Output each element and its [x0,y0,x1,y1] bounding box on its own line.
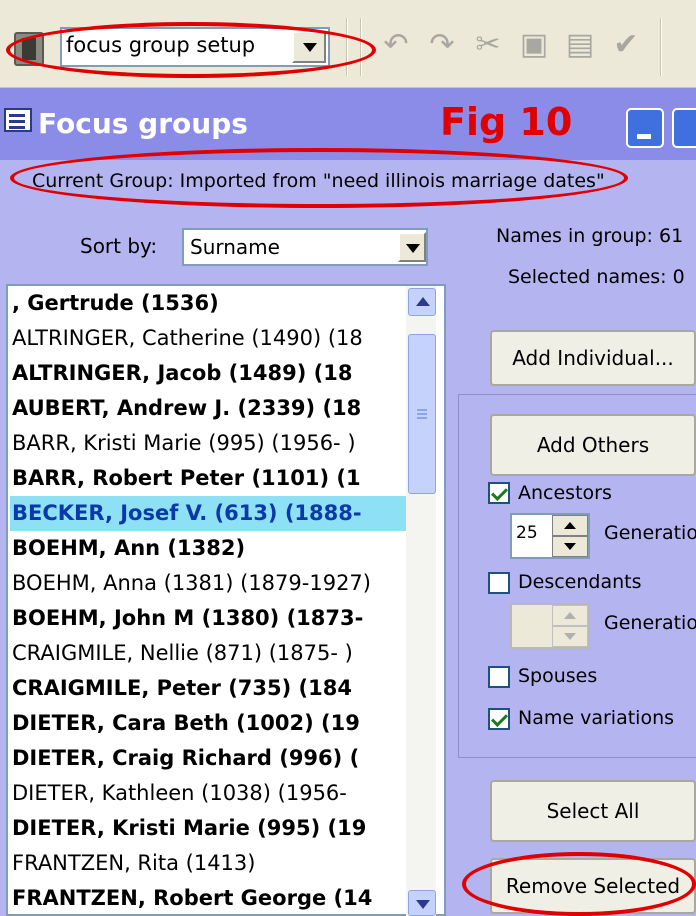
annotation-ring-current-group [10,148,628,208]
redo-icon[interactable]: ↷ [424,28,460,62]
cut-icon[interactable]: ✂ [470,28,506,62]
descendant-generations-label: Generations [604,612,696,634]
spin-up-icon [552,605,588,626]
list-item[interactable]: AUBERT, Andrew J. (2339) (18 [12,391,412,426]
name-variations-label: Name variations [518,707,675,729]
spellcheck-icon[interactable]: ✔ [608,28,644,62]
scroll-down-arrow-icon[interactable] [408,890,436,916]
descendants-checkbox[interactable] [488,572,510,594]
ancestor-generations-value: 25 [516,523,538,543]
copy-icon[interactable]: ▣ [516,28,552,62]
spin-up-icon[interactable] [552,515,588,536]
list-item[interactable]: ALTRINGER, Catherine (1490) (18 [12,321,412,356]
ancestors-label: Ancestors [518,482,612,504]
annotation-ring-remove-selected [462,852,696,916]
list-item[interactable]: DIETER, Cara Beth (1002) (19 [12,706,412,741]
select-all-button[interactable]: Select All [490,780,696,842]
list-item[interactable]: BOEHM, Ann (1382) [12,531,412,566]
add-others-button[interactable]: Add Others [490,414,696,476]
maximize-button[interactable] [672,108,696,148]
name-variations-checkbox[interactable] [488,708,510,730]
names-in-group-count: Names in group: 61 [496,225,684,247]
window-title: Focus groups [38,107,248,140]
add-individual-button[interactable]: Add Individual... [490,330,696,386]
list-item[interactable]: DIETER, Kristi Marie (995) (19 [12,811,412,846]
list-item[interactable]: DIETER, Kathleen (1038) (1956- [12,776,412,811]
spin-down-icon [552,626,588,647]
descendants-label: Descendants [518,571,642,593]
names-list[interactable]: , Gertrude (1536) ALTRINGER, Catherine (… [6,284,446,916]
ancestor-generations-label: Generations [604,522,696,544]
sort-by-value: Surname [190,235,280,259]
paste-icon[interactable]: ▤ [562,28,598,62]
list-item[interactable]: CRAIGMILE, Peter (735) (184 [12,671,412,706]
annotation-ring-combo [6,22,376,78]
figure-annotation-label: Fig 10 [440,100,573,144]
spouses-label: Spouses [518,665,598,687]
list-item[interactable]: BOEHM, John M (1380) (1873- [12,601,412,636]
spin-down-icon[interactable] [552,536,588,557]
chevron-down-icon[interactable] [398,232,426,262]
list-item[interactable]: BOEHM, Anna (1381) (1879-1927) [12,566,412,601]
list-item[interactable]: BARR, Robert Peter (1101) (1 [12,461,412,496]
window-icon [4,108,32,132]
sort-by-label: Sort by: [80,234,158,258]
list-item[interactable]: ALTRINGER, Jacob (1489) (18 [12,356,412,391]
scroll-up-arrow-icon[interactable] [408,288,436,316]
list-item[interactable]: BARR, Kristi Marie (995) (1956- ) [12,426,412,461]
list-item[interactable]: FRANTZEN, Rita (1413) [12,846,412,881]
list-item[interactable]: FRANTZEN, Robert George (14 [12,881,412,914]
toolbar-separator [660,18,662,76]
undo-icon[interactable]: ↶ [378,28,414,62]
selected-names-count: Selected names: 0 [508,266,685,288]
list-item[interactable]: , Gertrude (1536) [12,286,412,321]
spouses-checkbox[interactable] [488,666,510,688]
list-item[interactable]: BECKER, Josef V. (613) (1888- [10,496,410,531]
minimize-button[interactable] [626,108,664,148]
list-item[interactable]: DIETER, Craig Richard (996) ( [12,741,412,776]
list-item[interactable]: CRAIGMILE, Nellie (871) (1875- ) [12,636,412,671]
ancestors-checkbox[interactable] [488,482,510,504]
scrollbar-thumb[interactable] [408,334,436,494]
